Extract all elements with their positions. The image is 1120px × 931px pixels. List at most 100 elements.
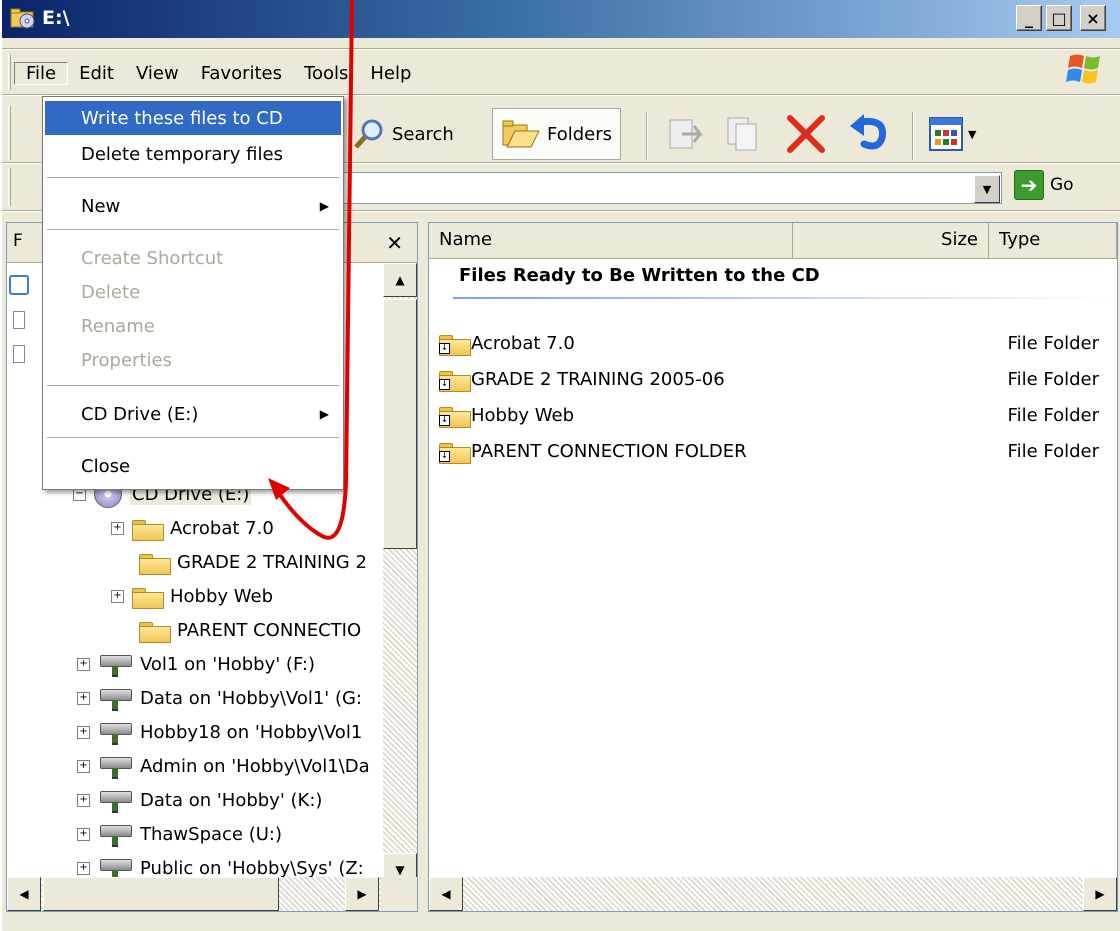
column-header-type[interactable]: Type (989, 223, 1117, 259)
scroll-thumb[interactable] (383, 299, 417, 549)
file-list-pane: Name Size Type Files Ready to Be Written… (428, 222, 1118, 912)
toolbar-grip[interactable] (8, 106, 11, 160)
menu-edit[interactable]: Edit (68, 63, 125, 84)
address-dropdown-button[interactable]: ▼ (974, 175, 1000, 203)
tree-item-label: Data on 'Hobby' (K:) (140, 789, 323, 811)
expand-icon[interactable]: + (77, 793, 90, 807)
expand-icon[interactable]: + (111, 521, 124, 535)
tree-item-hobby-web[interactable]: + Hobby Web (111, 581, 273, 611)
tree-item-data-g[interactable]: + Data on 'Hobby\Vol1' (G: (77, 683, 362, 713)
menu-help[interactable]: Help (359, 63, 422, 84)
file-row[interactable]: ↓ PARENT CONNECTION FOLDER File Folder (439, 435, 1109, 467)
toolbar-separator-2 (912, 112, 914, 160)
group-header: Files Ready to Be Written to the CD (459, 265, 820, 286)
desktop-icon (9, 275, 29, 295)
menu-separator (47, 385, 339, 387)
menu-file[interactable]: File (14, 61, 69, 85)
go-label: Go (1050, 175, 1074, 195)
expand-icon[interactable]: + (77, 725, 90, 739)
menu-item-label: Delete temporary files (81, 143, 283, 165)
tree-item-admin[interactable]: + Admin on 'Hobby\Vol1\Da (77, 751, 370, 781)
tree-vertical-scrollbar[interactable]: ▲ ▼ (383, 263, 417, 887)
folders-button[interactable]: Folders (492, 108, 622, 160)
menu-item-new[interactable]: New ▶ (45, 189, 341, 223)
chevron-right-icon: ▶ (1095, 887, 1105, 901)
maximize-button[interactable]: □ (1046, 5, 1072, 31)
tree-item-parent-connection[interactable]: PARENT CONNECTIO (139, 615, 361, 645)
file-row[interactable]: ↓ Hobby Web File Folder (439, 399, 1109, 431)
list-horizontal-scrollbar[interactable]: ◀ ▶ (429, 877, 1117, 911)
window-title: E:\ (42, 7, 70, 29)
menu-item-label: New (81, 195, 121, 217)
expand-icon[interactable]: + (77, 861, 90, 875)
tree-item-label: PARENT CONNECTIO (177, 619, 362, 641)
tree-item-label: Admin on 'Hobby\Vol1\Da (140, 755, 370, 777)
menu-item-properties: Properties (45, 343, 341, 377)
file-name: PARENT CONNECTION FOLDER (471, 440, 747, 462)
menu-item-write-to-cd[interactable]: Write these files to CD (45, 101, 341, 135)
menu-item-label: Properties (81, 349, 172, 371)
title-bar[interactable]: E:\ _ □ × (2, 0, 1120, 38)
tree-item-thawspace[interactable]: + ThawSpace (U:) (77, 819, 282, 849)
address-grip[interactable] (8, 168, 11, 206)
scroll-right-button[interactable]: ▶ (345, 877, 379, 911)
menu-tools[interactable]: Tools (293, 63, 359, 84)
scroll-right-button[interactable]: ▶ (1083, 877, 1117, 911)
menu-item-label: Rename (81, 315, 155, 337)
scroll-left-button[interactable]: ◀ (429, 877, 463, 911)
file-row[interactable]: ↓ GRADE 2 TRAINING 2005-06 File Folder (439, 363, 1109, 395)
column-header-name[interactable]: Name (429, 223, 793, 259)
folder-burn-icon: ↓ (439, 368, 471, 392)
close-pane-icon[interactable]: ✕ (386, 231, 403, 255)
chevron-down-icon: ▼ (968, 127, 977, 141)
menu-item-label: Delete (81, 281, 141, 303)
go-button[interactable]: ➔ Go (1014, 170, 1074, 200)
file-type: File Folder (1007, 404, 1099, 426)
move-to-icon[interactable] (666, 114, 706, 154)
menu-item-close[interactable]: Close (45, 449, 341, 483)
expand-icon[interactable]: + (111, 589, 124, 603)
undo-icon[interactable] (846, 112, 894, 156)
menubar-grip[interactable] (8, 54, 11, 90)
expand-icon[interactable]: + (77, 657, 90, 671)
minimize-button[interactable]: _ (1016, 5, 1042, 31)
tree-item-acrobat[interactable]: + Acrobat 7.0 (111, 513, 274, 543)
search-icon (354, 119, 383, 149)
tree-item-label: Data on 'Hobby\Vol1' (G: (140, 687, 362, 709)
file-name: Hobby Web (471, 404, 575, 426)
document-icon (13, 311, 25, 329)
tree-horizontal-scrollbar[interactable]: ◀ ▶ (7, 877, 417, 911)
expand-icon[interactable]: + (77, 691, 90, 705)
tree-item-grade2[interactable]: GRADE 2 TRAINING 2 (139, 547, 367, 577)
menu-favorites[interactable]: Favorites (190, 63, 293, 84)
expand-icon[interactable]: + (77, 827, 90, 841)
menu-separator (47, 437, 339, 439)
search-button[interactable]: Search (352, 108, 454, 160)
network-drive-icon (98, 755, 132, 779)
menu-item-create-shortcut: Create Shortcut (45, 241, 341, 275)
folder-icon (139, 551, 171, 575)
tree-item-hobby18[interactable]: + Hobby18 on 'Hobby\Vol1 (77, 717, 362, 747)
menu-item-delete-temp-files[interactable]: Delete temporary files (45, 137, 341, 171)
views-button[interactable]: ▼ (928, 116, 976, 152)
copy-to-icon[interactable] (724, 114, 764, 154)
scroll-corner (381, 877, 417, 911)
menu-view[interactable]: View (125, 63, 190, 84)
menu-item-rename: Rename (45, 309, 341, 343)
scroll-thumb[interactable] (43, 877, 279, 911)
menu-item-cd-drive[interactable]: CD Drive (E:) ▶ (45, 397, 341, 431)
folder-burn-icon: ↓ (439, 404, 471, 428)
delete-icon[interactable] (784, 112, 828, 156)
scroll-left-button[interactable]: ◀ (7, 877, 41, 911)
cd-folder-icon (10, 8, 35, 29)
expand-icon[interactable]: + (77, 759, 90, 773)
scroll-up-button[interactable]: ▲ (383, 263, 417, 297)
close-window-button[interactable]: × (1080, 5, 1106, 31)
tree-item-data-k[interactable]: + Data on 'Hobby' (K:) (77, 785, 322, 815)
tree-item-vol1[interactable]: + Vol1 on 'Hobby' (F:) (77, 649, 315, 679)
file-row[interactable]: ↓ Acrobat 7.0 File Folder (439, 327, 1109, 359)
column-header-size[interactable]: Size (793, 223, 989, 259)
address-input[interactable] (342, 172, 1002, 204)
menu-item-delete: Delete (45, 275, 341, 309)
search-label: Search (392, 123, 454, 145)
